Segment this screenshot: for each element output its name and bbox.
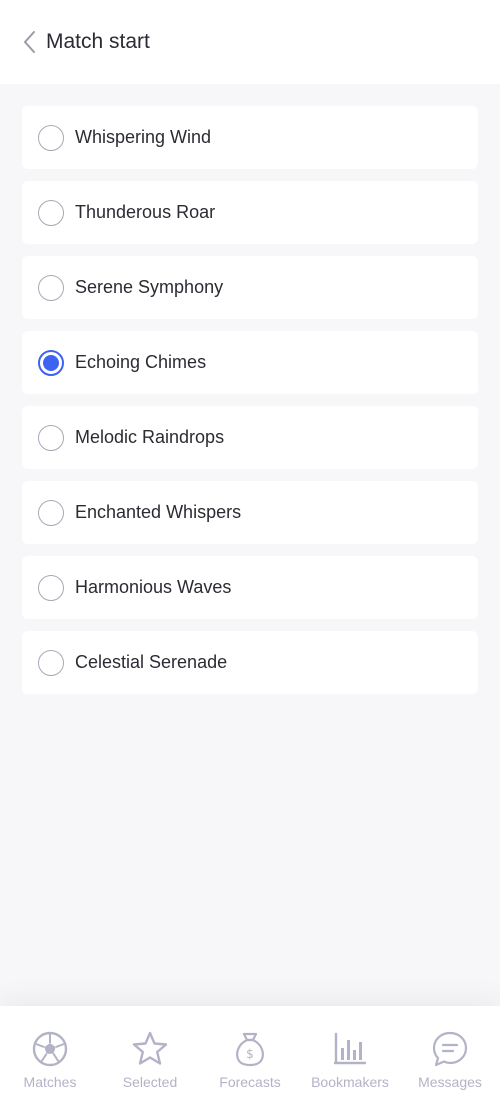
radio-button[interactable]: [38, 124, 64, 151]
radio-button[interactable]: [38, 274, 64, 301]
option-label: Echoing Chimes: [75, 352, 207, 372]
star-icon: [132, 1031, 168, 1065]
bottom-tab-bar: Matches Selected $ Forecasts Bookmakers: [0, 1006, 500, 1100]
tab-selected[interactable]: Selected: [100, 1006, 200, 1100]
option-item[interactable]: Echoing Chimes: [22, 331, 478, 394]
option-item[interactable]: Whispering Wind: [22, 106, 478, 169]
radio-button-selected[interactable]: [38, 349, 64, 376]
soccer-ball-icon: [32, 1031, 68, 1067]
option-label: Thunderous Roar: [75, 202, 216, 222]
option-item[interactable]: Enchanted Whispers: [22, 481, 478, 544]
radio-button[interactable]: [38, 499, 64, 526]
option-item[interactable]: Serene Symphony: [22, 256, 478, 319]
tab-label: Bookmakers: [311, 1074, 389, 1090]
tab-label: Matches: [23, 1074, 77, 1090]
money-bag-icon: $: [236, 1032, 264, 1067]
option-label: Enchanted Whispers: [75, 502, 242, 522]
radio-button[interactable]: [38, 574, 64, 601]
chat-bubble-icon: [432, 1031, 468, 1067]
page-title: Match start: [46, 30, 150, 53]
svg-text:$: $: [246, 1047, 254, 1061]
option-item[interactable]: Celestial Serenade: [22, 631, 478, 694]
tab-bookmakers[interactable]: Bookmakers: [300, 1006, 400, 1100]
option-label: Melodic Raindrops: [75, 427, 225, 447]
tab-label: Forecasts: [219, 1074, 281, 1090]
radio-button[interactable]: [38, 649, 64, 676]
tab-messages[interactable]: Messages: [400, 1006, 500, 1100]
option-label: Serene Symphony: [75, 277, 224, 297]
option-label: Harmonious Waves: [75, 577, 232, 597]
option-label: Whispering Wind: [75, 127, 212, 147]
option-list: Whispering Wind Thunderous Roar Serene S…: [22, 106, 478, 706]
radio-button[interactable]: [38, 199, 64, 226]
top-bar: Match start: [0, 0, 500, 84]
tab-label: Messages: [418, 1074, 482, 1090]
tab-forecasts[interactable]: $ Forecasts: [200, 1006, 300, 1100]
tab-matches[interactable]: Matches: [0, 1006, 100, 1100]
option-label: Celestial Serenade: [75, 652, 228, 672]
option-item[interactable]: Melodic Raindrops: [22, 406, 478, 469]
tab-label: Selected: [122, 1074, 178, 1090]
option-item[interactable]: Harmonious Waves: [22, 556, 478, 619]
back-button[interactable]: [0, 0, 46, 84]
option-item[interactable]: Thunderous Roar: [22, 181, 478, 244]
bar-chart-icon: [333, 1032, 367, 1065]
chevron-left-icon: [24, 31, 35, 53]
radio-button[interactable]: [38, 424, 64, 451]
